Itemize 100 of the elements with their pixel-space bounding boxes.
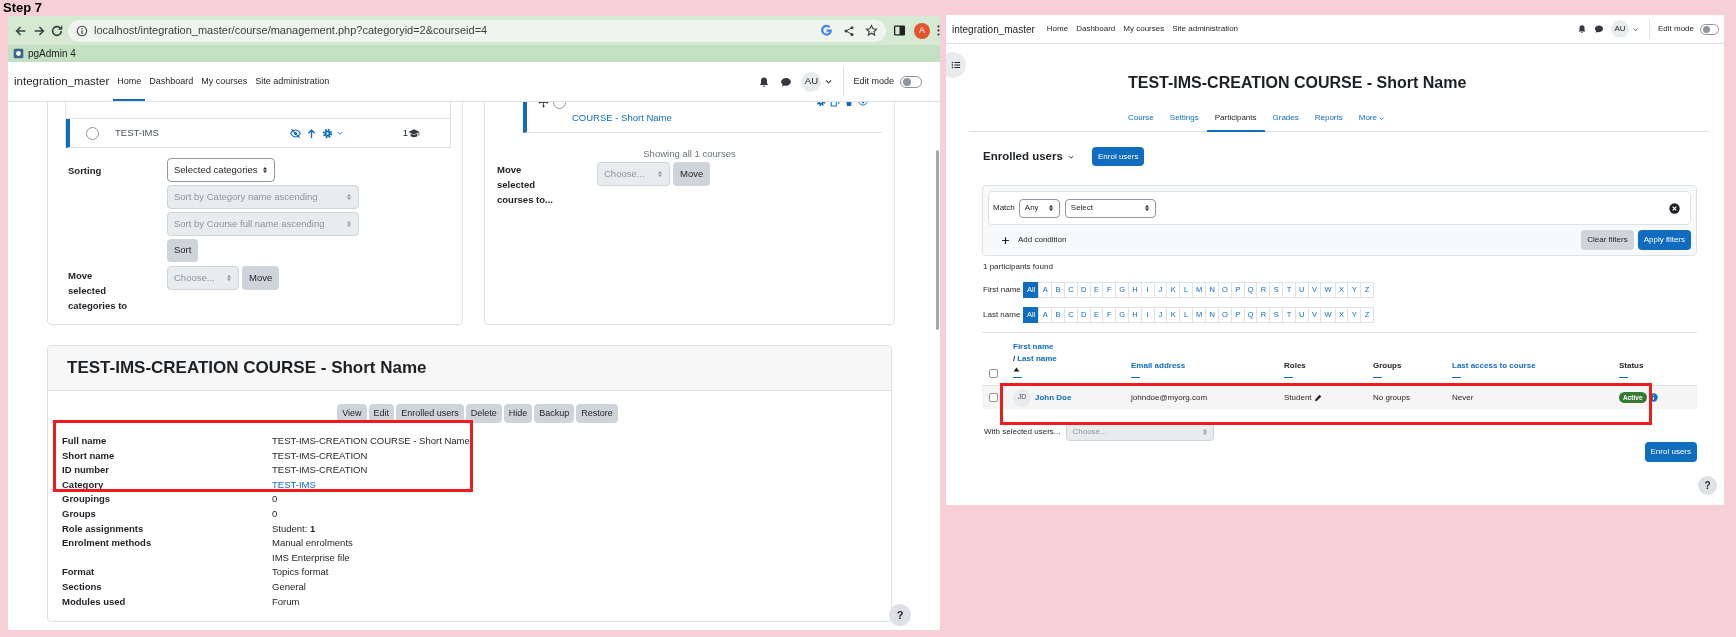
course-name[interactable]: COURSE - Short Name [572, 110, 692, 125]
pencil-icon[interactable] [1313, 393, 1322, 402]
field-label: Move selected categories to [68, 269, 129, 313]
move-button[interactable]: Move [242, 266, 280, 290]
chat-icon[interactable] [780, 75, 793, 88]
category-link[interactable]: TEST-IMS [272, 477, 316, 493]
course-title: TEST-IMS-CREATION COURSE - Short Name [1127, 73, 1468, 93]
dropdown[interactable]: Select [1064, 198, 1156, 218]
column-header: Roles [1284, 359, 1306, 372]
category-row[interactable]: TEST-IMS 1 [66, 119, 450, 148]
close-icon[interactable] [1669, 202, 1680, 214]
sort-link[interactable]: First name [1013, 340, 1054, 353]
field-label: Modules used [62, 594, 127, 609]
toggle-switch[interactable] [1700, 23, 1719, 35]
field-label: Full name [62, 434, 108, 448]
course-row[interactable]: COURSE - Short Name [523, 102, 882, 133]
sort-link[interactable]: Last name [1017, 352, 1057, 365]
arrow-up-icon[interactable] [306, 127, 317, 139]
eye-slash-icon[interactable] [290, 127, 301, 139]
field-label: Category [62, 477, 105, 492]
column-header: Status [1619, 359, 1644, 372]
action-button[interactable]: Delete [465, 404, 502, 423]
select-arrows-icon [262, 166, 268, 174]
category-name[interactable]: TEST-IMS [115, 125, 290, 141]
user-name-link[interactable]: John Doe [1035, 391, 1072, 404]
tab[interactable]: Participants [1206, 106, 1265, 132]
field-value: 0 [272, 506, 278, 521]
user-avatar[interactable]: AU [801, 71, 822, 92]
field-value: Manual enrolments [272, 536, 353, 551]
bell-icon[interactable] [1576, 24, 1587, 34]
nav-link[interactable]: Dashboard [145, 62, 198, 101]
address-bar[interactable]: localhost/integration_master/course/management.php?categoryid=2&courseid=4 [68, 19, 886, 42]
scrollbar[interactable] [936, 150, 939, 330]
tab[interactable]: Grades [1264, 106, 1307, 132]
toggle-switch[interactable] [900, 75, 922, 88]
chevron-icon[interactable] [336, 129, 344, 137]
select-arrows-icon [1047, 204, 1054, 212]
chat-icon[interactable] [1593, 24, 1604, 34]
nav-link[interactable]: My courses [197, 62, 252, 101]
course-count: 1 [402, 125, 408, 140]
tab[interactable]: Reports [1306, 106, 1351, 132]
filter-label: First name [983, 284, 1022, 296]
result-count: 1 participants found [983, 261, 1054, 273]
nav-link[interactable]: Home [113, 62, 146, 101]
drawer-button[interactable] [946, 52, 966, 78]
help-button[interactable]: ? [889, 604, 911, 626]
nav-link[interactable]: Site administration [1168, 15, 1243, 43]
table-cell-text: No groups [1373, 391, 1411, 404]
chevron-icon[interactable] [824, 77, 834, 86]
help-button[interactable]: ? [1698, 476, 1717, 495]
profile-avatar[interactable]: A [914, 22, 930, 39]
site-name[interactable]: integration_master [14, 72, 110, 91]
select-arrows-icon [1143, 204, 1150, 212]
field-value: TEST-IMS-CREATION [272, 448, 368, 463]
dropdown[interactable]: Any [1018, 198, 1060, 218]
field-value: Student: 1 [272, 521, 316, 536]
field-value: IMS Enterprise file [272, 550, 350, 565]
field-label: Role assignments [62, 521, 145, 536]
filter-button[interactable]: Apply filters [1637, 230, 1691, 250]
dropdown[interactable]: Selected categories [167, 158, 275, 182]
select-arrows-icon [657, 170, 663, 178]
bookmark-item[interactable]: pgAdmin 4 [12, 46, 77, 61]
field-value: TEST-IMS-CREATION [272, 463, 368, 478]
nav-link[interactable]: Home [1042, 15, 1073, 43]
field-value: Forum [272, 594, 300, 609]
move-button[interactable]: Move [673, 162, 711, 186]
column-header: Groups [1373, 359, 1402, 372]
nav-link[interactable]: Site administration [251, 62, 334, 101]
add-condition-button[interactable]: Add condition [988, 234, 1067, 246]
table-cell-text: Never [1452, 391, 1475, 404]
filter-button[interactable]: Clear filters [1581, 230, 1634, 250]
search-engine-icon[interactable] [820, 24, 833, 37]
reload-icon[interactable] [50, 23, 64, 38]
nav-link[interactable]: Dashboard [1072, 15, 1120, 43]
sort-link[interactable]: Email address [1131, 359, 1186, 372]
user-avatar[interactable]: AU [1610, 20, 1629, 38]
sort-ascending-icon [1013, 366, 1020, 372]
select-arrows-icon [226, 274, 232, 282]
filter-label: Last name [983, 309, 1022, 321]
field-label: Short name [62, 448, 116, 463]
sort-button[interactable]: Sort [167, 239, 199, 262]
site-name[interactable]: integration_master [952, 21, 1035, 37]
plus-icon [1001, 235, 1010, 245]
action-button[interactable]: Restore [576, 404, 618, 423]
side-panel-icon[interactable] [893, 24, 906, 37]
share-icon[interactable] [843, 24, 855, 37]
table-cell-text: johndoe@myorg.com [1131, 391, 1209, 404]
enrol-users-button[interactable]: Enrol users [1092, 147, 1145, 166]
action-button[interactable]: Backup [534, 404, 575, 423]
bell-icon[interactable] [758, 75, 771, 88]
star-icon[interactable] [865, 24, 878, 37]
enrol-users-button[interactable]: Enrol users [1644, 442, 1697, 462]
tab[interactable]: Settings [1161, 106, 1207, 132]
tab[interactable]: Course [1120, 106, 1162, 132]
course-count-text: Showing all 1 courses [642, 148, 737, 160]
action-button[interactable]: Hide [503, 404, 533, 423]
nav-link[interactable]: My courses [1119, 15, 1169, 43]
course-title: TEST-IMS-CREATION COURSE - Short Name [67, 357, 427, 380]
tab[interactable]: More [1350, 106, 1393, 132]
sort-link[interactable]: Last access to course [1452, 359, 1536, 372]
